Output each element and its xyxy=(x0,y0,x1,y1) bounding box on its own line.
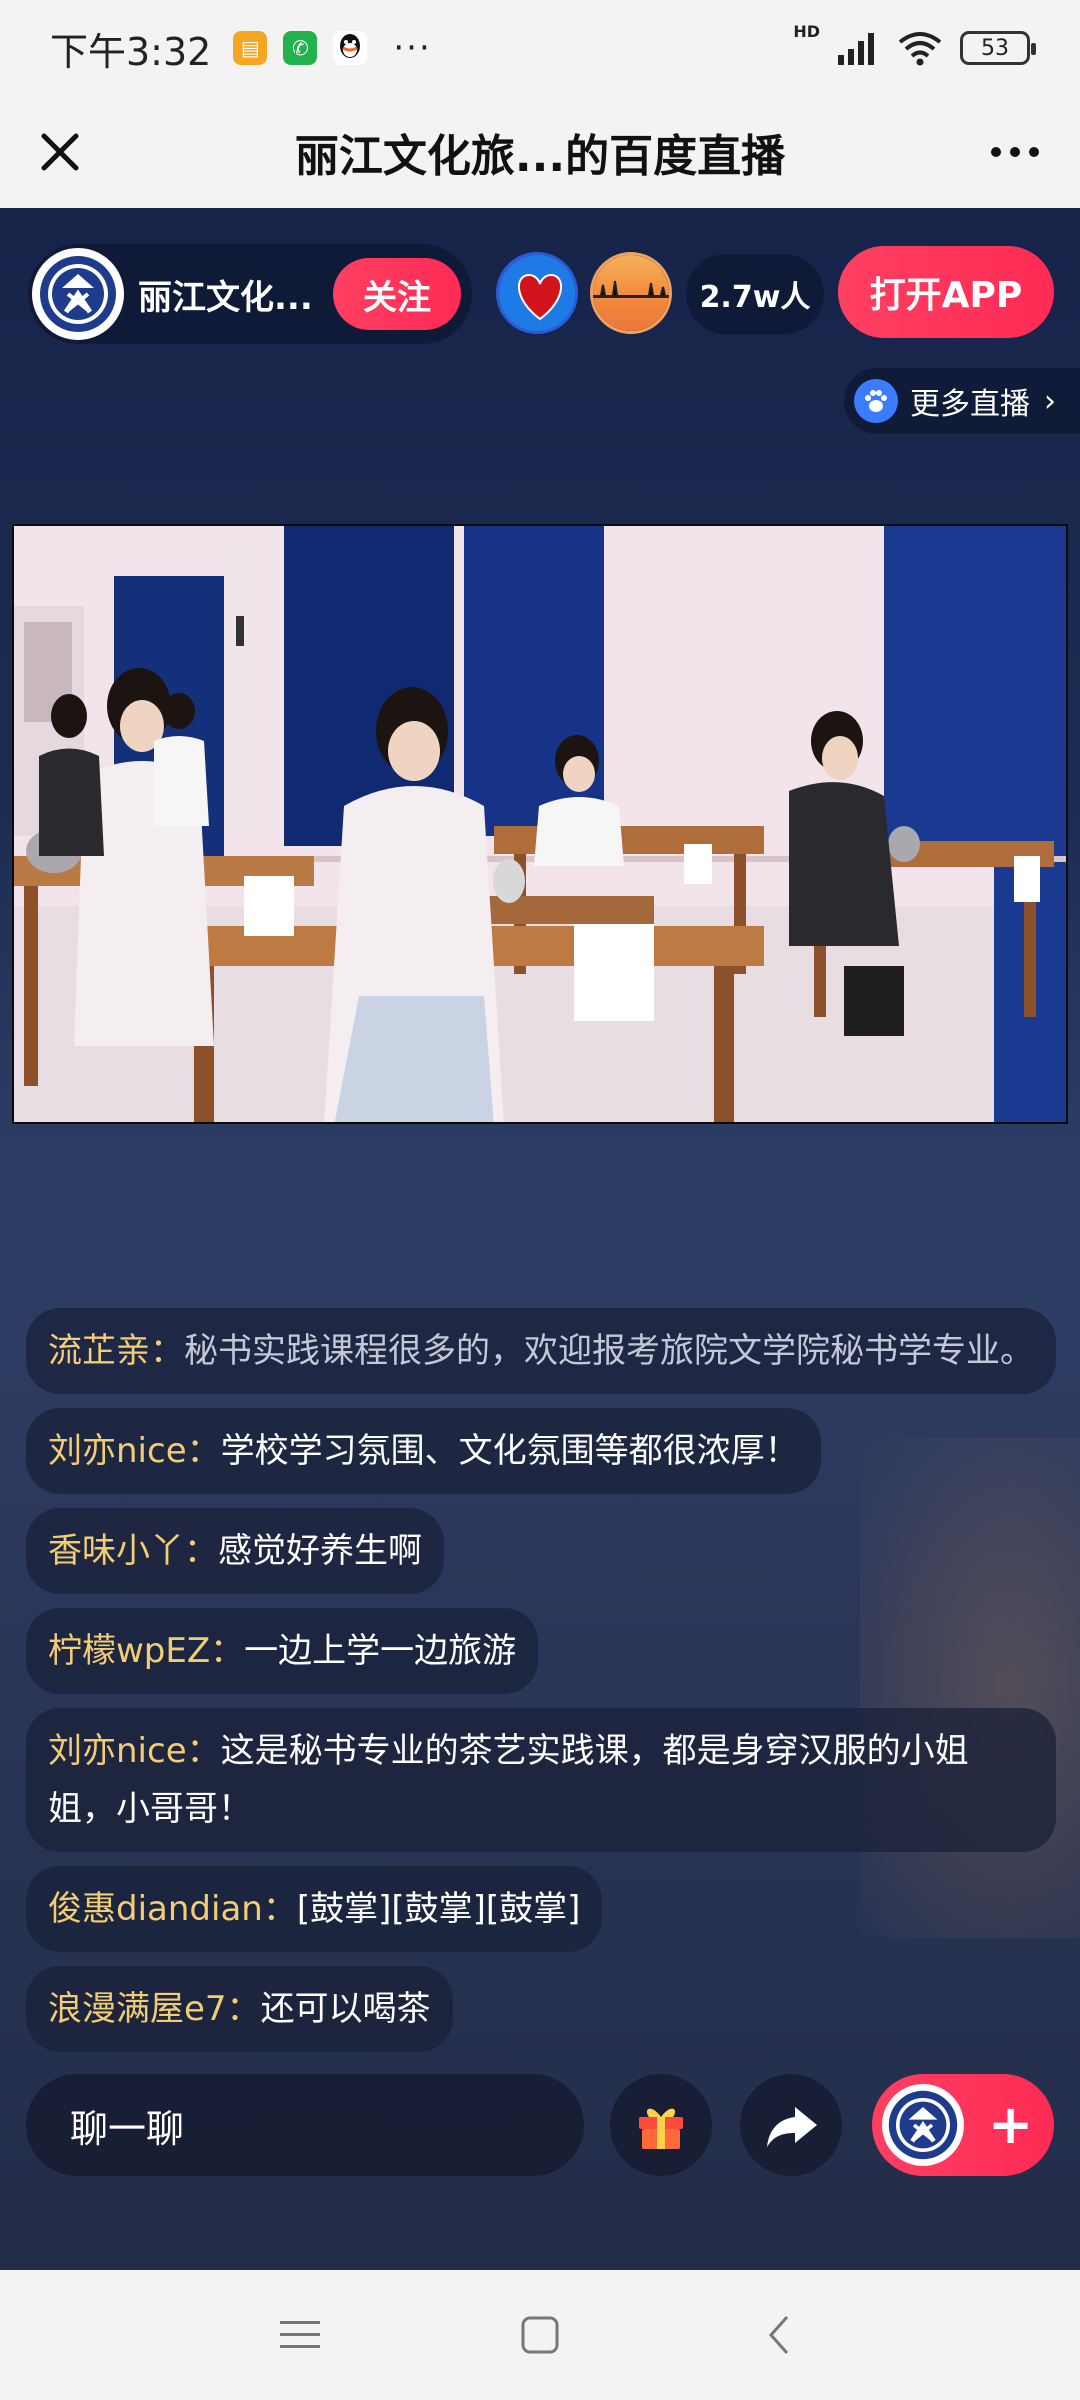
home-square-icon xyxy=(521,2316,559,2354)
chat-username[interactable]: 香味小丫： xyxy=(48,1531,218,1571)
menu-button[interactable] xyxy=(270,2305,330,2365)
wifi-icon xyxy=(898,32,942,66)
home-button[interactable] xyxy=(510,2305,570,2365)
host-plus-button[interactable]: + xyxy=(872,2074,1054,2176)
chat-text: 一边上学一边旅游 xyxy=(244,1631,517,1671)
notes-app-icon: ▤ xyxy=(233,31,268,65)
chat-text: [鼓掌][鼓掌][鼓掌] xyxy=(296,1889,581,1929)
chat-username[interactable]: 刘亦nice： xyxy=(48,1431,221,1471)
live-room: 丽江文化... 关注 2.7w人 打开APP 更多直播 › 流芷亲：秘书实践课程… xyxy=(0,208,1080,2270)
chevron-right-icon: › xyxy=(1044,383,1056,419)
more-options-button[interactable] xyxy=(980,122,1050,182)
chat-message[interactable]: 俊惠diandian：[鼓掌][鼓掌][鼓掌] xyxy=(26,1866,603,1952)
sunset-icon xyxy=(593,255,669,331)
more-notifications-icon: ··· xyxy=(393,28,432,68)
more-dot-icon xyxy=(1029,147,1039,157)
chat-username[interactable]: 浪漫满屋e7： xyxy=(48,1989,261,2029)
qq-app-icon xyxy=(333,31,368,65)
gift-icon xyxy=(639,2108,683,2149)
live-video[interactable] xyxy=(12,524,1068,1124)
chat-username[interactable]: 刘亦nice： xyxy=(48,1731,221,1771)
menu-icon xyxy=(280,2321,320,2348)
chat-username[interactable]: 俊惠diandian： xyxy=(48,1889,297,1929)
battery-icon: 53 xyxy=(960,31,1036,65)
paw-icon xyxy=(854,379,898,423)
chat-message[interactable]: 柠檬wpEZ：一边上学一边旅游 xyxy=(26,1608,539,1694)
host-info[interactable]: 丽江文化... 关注 xyxy=(28,244,472,344)
back-button[interactable] xyxy=(750,2305,810,2365)
chat-username[interactable]: 柠檬wpEZ： xyxy=(48,1631,244,1671)
more-live-label: 更多直播 xyxy=(910,387,1030,422)
open-app-button[interactable]: 打开APP xyxy=(838,246,1054,338)
system-nav-bar xyxy=(0,2270,1080,2400)
video-frame-image xyxy=(14,526,1066,1122)
chat-text: 还可以喝茶 xyxy=(260,1989,431,2029)
school-logo-icon xyxy=(888,2090,958,2160)
host-avatar[interactable] xyxy=(32,248,124,340)
signal-icon xyxy=(838,33,874,65)
chat-message[interactable]: 刘亦nice：学校学习氛围、文化氛围等都很浓厚！ xyxy=(26,1408,821,1494)
viewer-avatar[interactable] xyxy=(590,252,672,334)
gift-button[interactable] xyxy=(610,2074,712,2176)
chat-message[interactable]: 浪漫满屋e7：还可以喝茶 xyxy=(26,1966,453,2052)
back-icon xyxy=(768,2316,789,2354)
chat-input[interactable]: 聊一聊 xyxy=(26,2074,584,2176)
chat-text: 学校学习氛围、文化氛围等都很浓厚！ xyxy=(220,1431,799,1471)
hd-label: HD xyxy=(793,22,820,41)
host-name: 丽江文化... xyxy=(138,277,313,318)
chat-message[interactable]: 刘亦nice：这是秘书专业的茶艺实践课，都是身穿汉服的小姐姐，小哥哥！ xyxy=(26,1708,1056,1852)
host-mini-avatar xyxy=(882,2084,964,2166)
share-icon xyxy=(767,2107,817,2147)
chat-text: 感觉好养生啊 xyxy=(218,1531,422,1571)
viewer-avatar[interactable] xyxy=(496,252,578,334)
chat-list[interactable]: 流芷亲：秘书实践课程很多的，欢迎报考旅院文学院秘书学专业。 刘亦nice：学校学… xyxy=(26,1308,1056,2066)
chat-text: 秘书实践课程很多的，欢迎报考旅院文学院秘书学专业。 xyxy=(184,1331,1034,1371)
status-bar: 下午3:32 ▤ ✆ ··· HD 53 xyxy=(0,0,1080,96)
viewer-count[interactable]: 2.7w人 xyxy=(686,254,824,334)
title-bar: 丽江文化旅...的百度直播 xyxy=(0,96,1080,208)
heart-icon xyxy=(499,255,575,331)
chat-message[interactable]: 流芷亲：秘书实践课程很多的，欢迎报考旅院文学院秘书学专业。 xyxy=(26,1308,1056,1394)
close-icon xyxy=(41,133,79,171)
plus-icon: + xyxy=(988,2093,1034,2156)
status-time: 下午3:32 xyxy=(50,29,212,74)
page-title: 丽江文化旅...的百度直播 xyxy=(294,131,786,182)
more-dot-icon xyxy=(1010,147,1020,157)
share-button[interactable] xyxy=(740,2074,842,2176)
close-button[interactable] xyxy=(30,122,90,182)
more-live-button[interactable]: 更多直播 › xyxy=(844,368,1080,434)
phone-app-icon: ✆ xyxy=(283,31,318,65)
more-dot-icon xyxy=(991,147,1001,157)
follow-button[interactable]: 关注 xyxy=(333,258,461,330)
school-logo-icon xyxy=(40,256,116,332)
battery-level: 53 xyxy=(981,35,1009,61)
chat-username[interactable]: 流芷亲： xyxy=(48,1331,184,1371)
chat-message[interactable]: 香味小丫：感觉好养生啊 xyxy=(26,1508,444,1594)
